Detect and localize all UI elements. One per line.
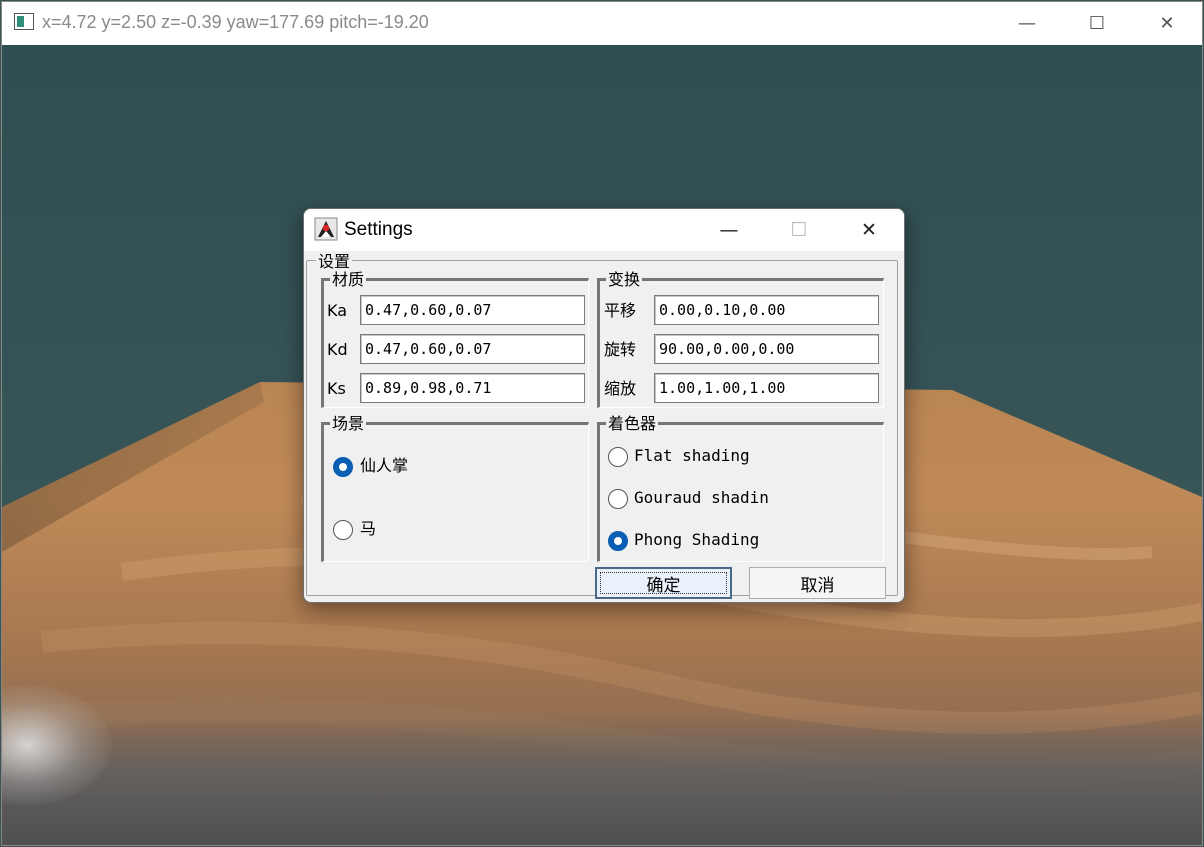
shader-radio-gouraud[interactable] — [608, 489, 628, 509]
shader-option-gouraud-label: Gouraud shadin — [634, 488, 769, 507]
scale-label: 缩放 — [604, 379, 637, 398]
minimize-icon: — — [1018, 13, 1036, 34]
java-duke-icon — [314, 217, 338, 241]
rotate-label: 旋转 — [604, 340, 637, 359]
close-icon: ✕ — [861, 219, 877, 241]
transform-legend: 变换 — [606, 270, 643, 289]
dialog-title: Settings — [344, 219, 413, 240]
scene-group — [321, 422, 589, 562]
scene-option-horse-label: 马 — [360, 519, 377, 538]
translate-label: 平移 — [604, 301, 637, 320]
material-legend: 材质 — [330, 270, 367, 289]
translate-input[interactable]: 0.00,0.10,0.00 — [654, 295, 879, 325]
scene-legend: 场景 — [330, 414, 367, 433]
scene-radio-horse[interactable] — [333, 520, 353, 540]
main-window-title: x=4.72 y=2.50 z=-0.39 yaw=177.69 pitch=-… — [42, 12, 429, 32]
rotate-input[interactable]: 90.00,0.00,0.00 — [654, 334, 879, 364]
minimize-icon: — — [719, 219, 739, 241]
app-window-icon — [14, 13, 34, 30]
ground-fog — [2, 715, 1202, 845]
settings-dialog: Settings — ☐ ✕ 设置 材质 Ka 0.47,0.60,0.07 K… — [303, 208, 905, 603]
dialog-minimize-button[interactable]: — — [694, 209, 764, 251]
main-titlebar[interactable]: x=4.72 y=2.50 z=-0.39 yaw=177.69 pitch=-… — [2, 2, 1202, 45]
ks-label: Ks — [327, 379, 346, 398]
dialog-maximize-button: ☐ — [764, 209, 834, 251]
cancel-button[interactable]: 取消 — [749, 567, 886, 599]
ks-input[interactable]: 0.89,0.98,0.71 — [360, 373, 585, 403]
maximize-icon: ☐ — [1088, 13, 1106, 34]
close-button[interactable]: ✕ — [1132, 2, 1202, 45]
cancel-button-label: 取消 — [800, 575, 835, 596]
kd-input[interactable]: 0.47,0.60,0.07 — [360, 334, 585, 364]
shader-legend: 着色器 — [606, 414, 659, 433]
close-icon: ✕ — [1159, 13, 1175, 34]
ok-button-label: 确定 — [646, 575, 681, 596]
ok-button[interactable]: 确定 — [595, 567, 732, 599]
shader-option-flat-label: Flat shading — [634, 446, 750, 465]
dialog-titlebar[interactable]: Settings — ☐ ✕ — [304, 209, 904, 251]
shader-option-phong-label: Phong Shading — [634, 530, 760, 549]
kd-label: Kd — [327, 340, 348, 359]
maximize-icon: ☐ — [790, 219, 808, 241]
maximize-button[interactable]: ☐ — [1062, 2, 1132, 45]
scene-radio-cactus[interactable] — [333, 457, 353, 477]
scale-input[interactable]: 1.00,1.00,1.00 — [654, 373, 879, 403]
minimize-button[interactable]: — — [992, 2, 1062, 45]
ka-input[interactable]: 0.47,0.60,0.07 — [360, 295, 585, 325]
dialog-close-button[interactable]: ✕ — [834, 209, 904, 251]
ka-label: Ka — [327, 301, 348, 320]
shader-radio-phong[interactable] — [608, 531, 628, 551]
scene-option-cactus-label: 仙人掌 — [360, 456, 409, 475]
shader-radio-flat[interactable] — [608, 447, 628, 467]
settings-legend: 设置 — [316, 252, 353, 271]
